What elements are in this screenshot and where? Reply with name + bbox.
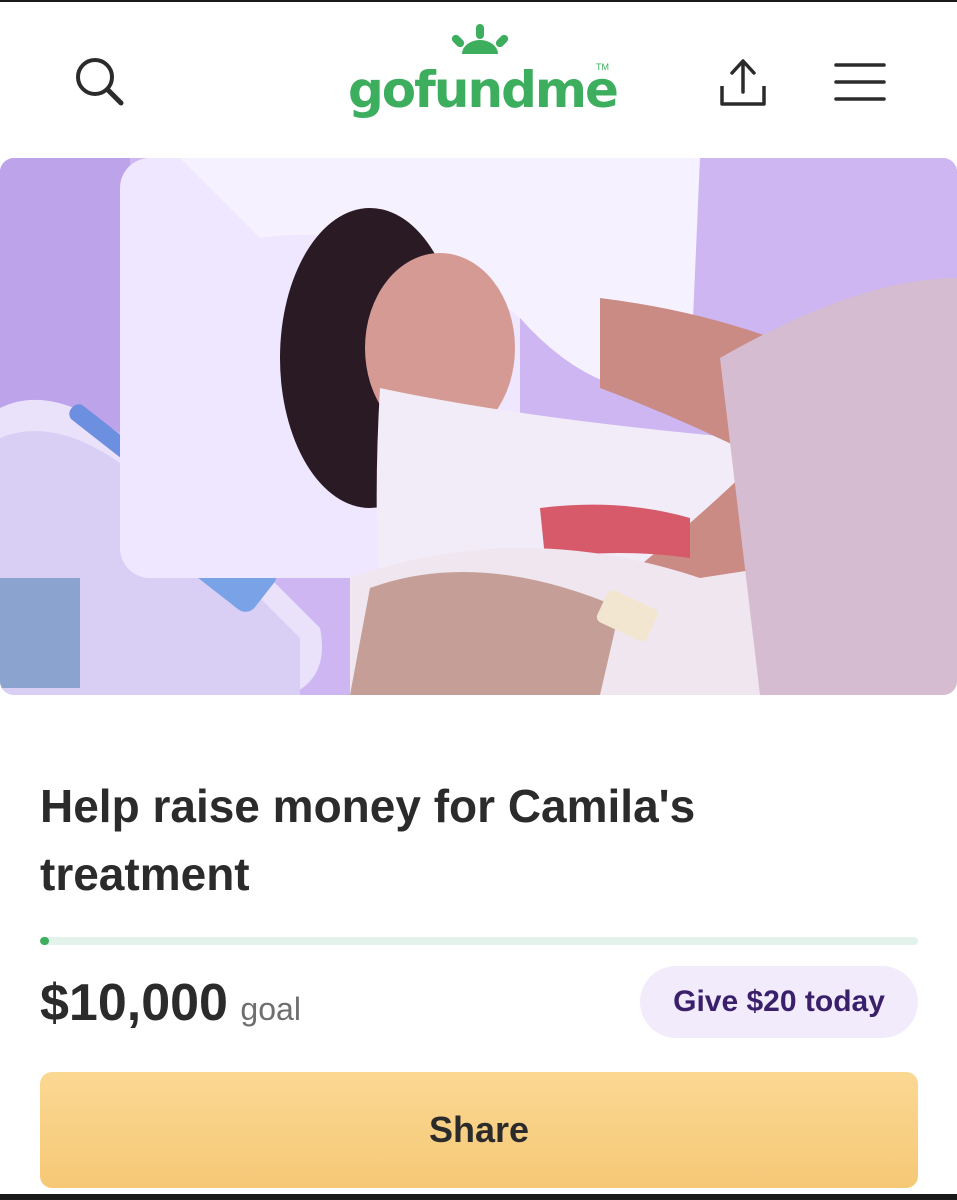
goal-amount: $10,000: [40, 974, 228, 1032]
goal-row: $10,000 goal: [40, 968, 640, 1038]
hospital-photo-illustration: [0, 158, 957, 695]
search-icon: [76, 58, 124, 106]
goal-label: goal: [240, 991, 301, 1027]
logo-sun-icon: [451, 24, 509, 54]
logo-wordmark: gofundme: [348, 61, 619, 119]
donation-progress-bar: [40, 937, 918, 945]
hamburger-menu-icon: [834, 63, 886, 101]
gofundme-logo[interactable]: gofundme TM: [340, 22, 620, 122]
donation-progress-fill: [40, 937, 49, 945]
share-upload-icon: [720, 59, 766, 106]
share-top-button[interactable]: [712, 52, 772, 112]
give-20-button[interactable]: Give $20 today: [640, 966, 918, 1038]
menu-button[interactable]: [832, 57, 888, 107]
campaign-hero-image: [0, 158, 957, 695]
campaign-title: Help raise money for Camila's treatment: [40, 780, 696, 900]
logo-trademark: TM: [596, 62, 609, 72]
share-button[interactable]: Share: [40, 1072, 918, 1188]
top-navigation-bar: gofundme TM: [0, 0, 957, 160]
search-button[interactable]: [70, 52, 130, 112]
bottom-border: [0, 1194, 957, 1200]
